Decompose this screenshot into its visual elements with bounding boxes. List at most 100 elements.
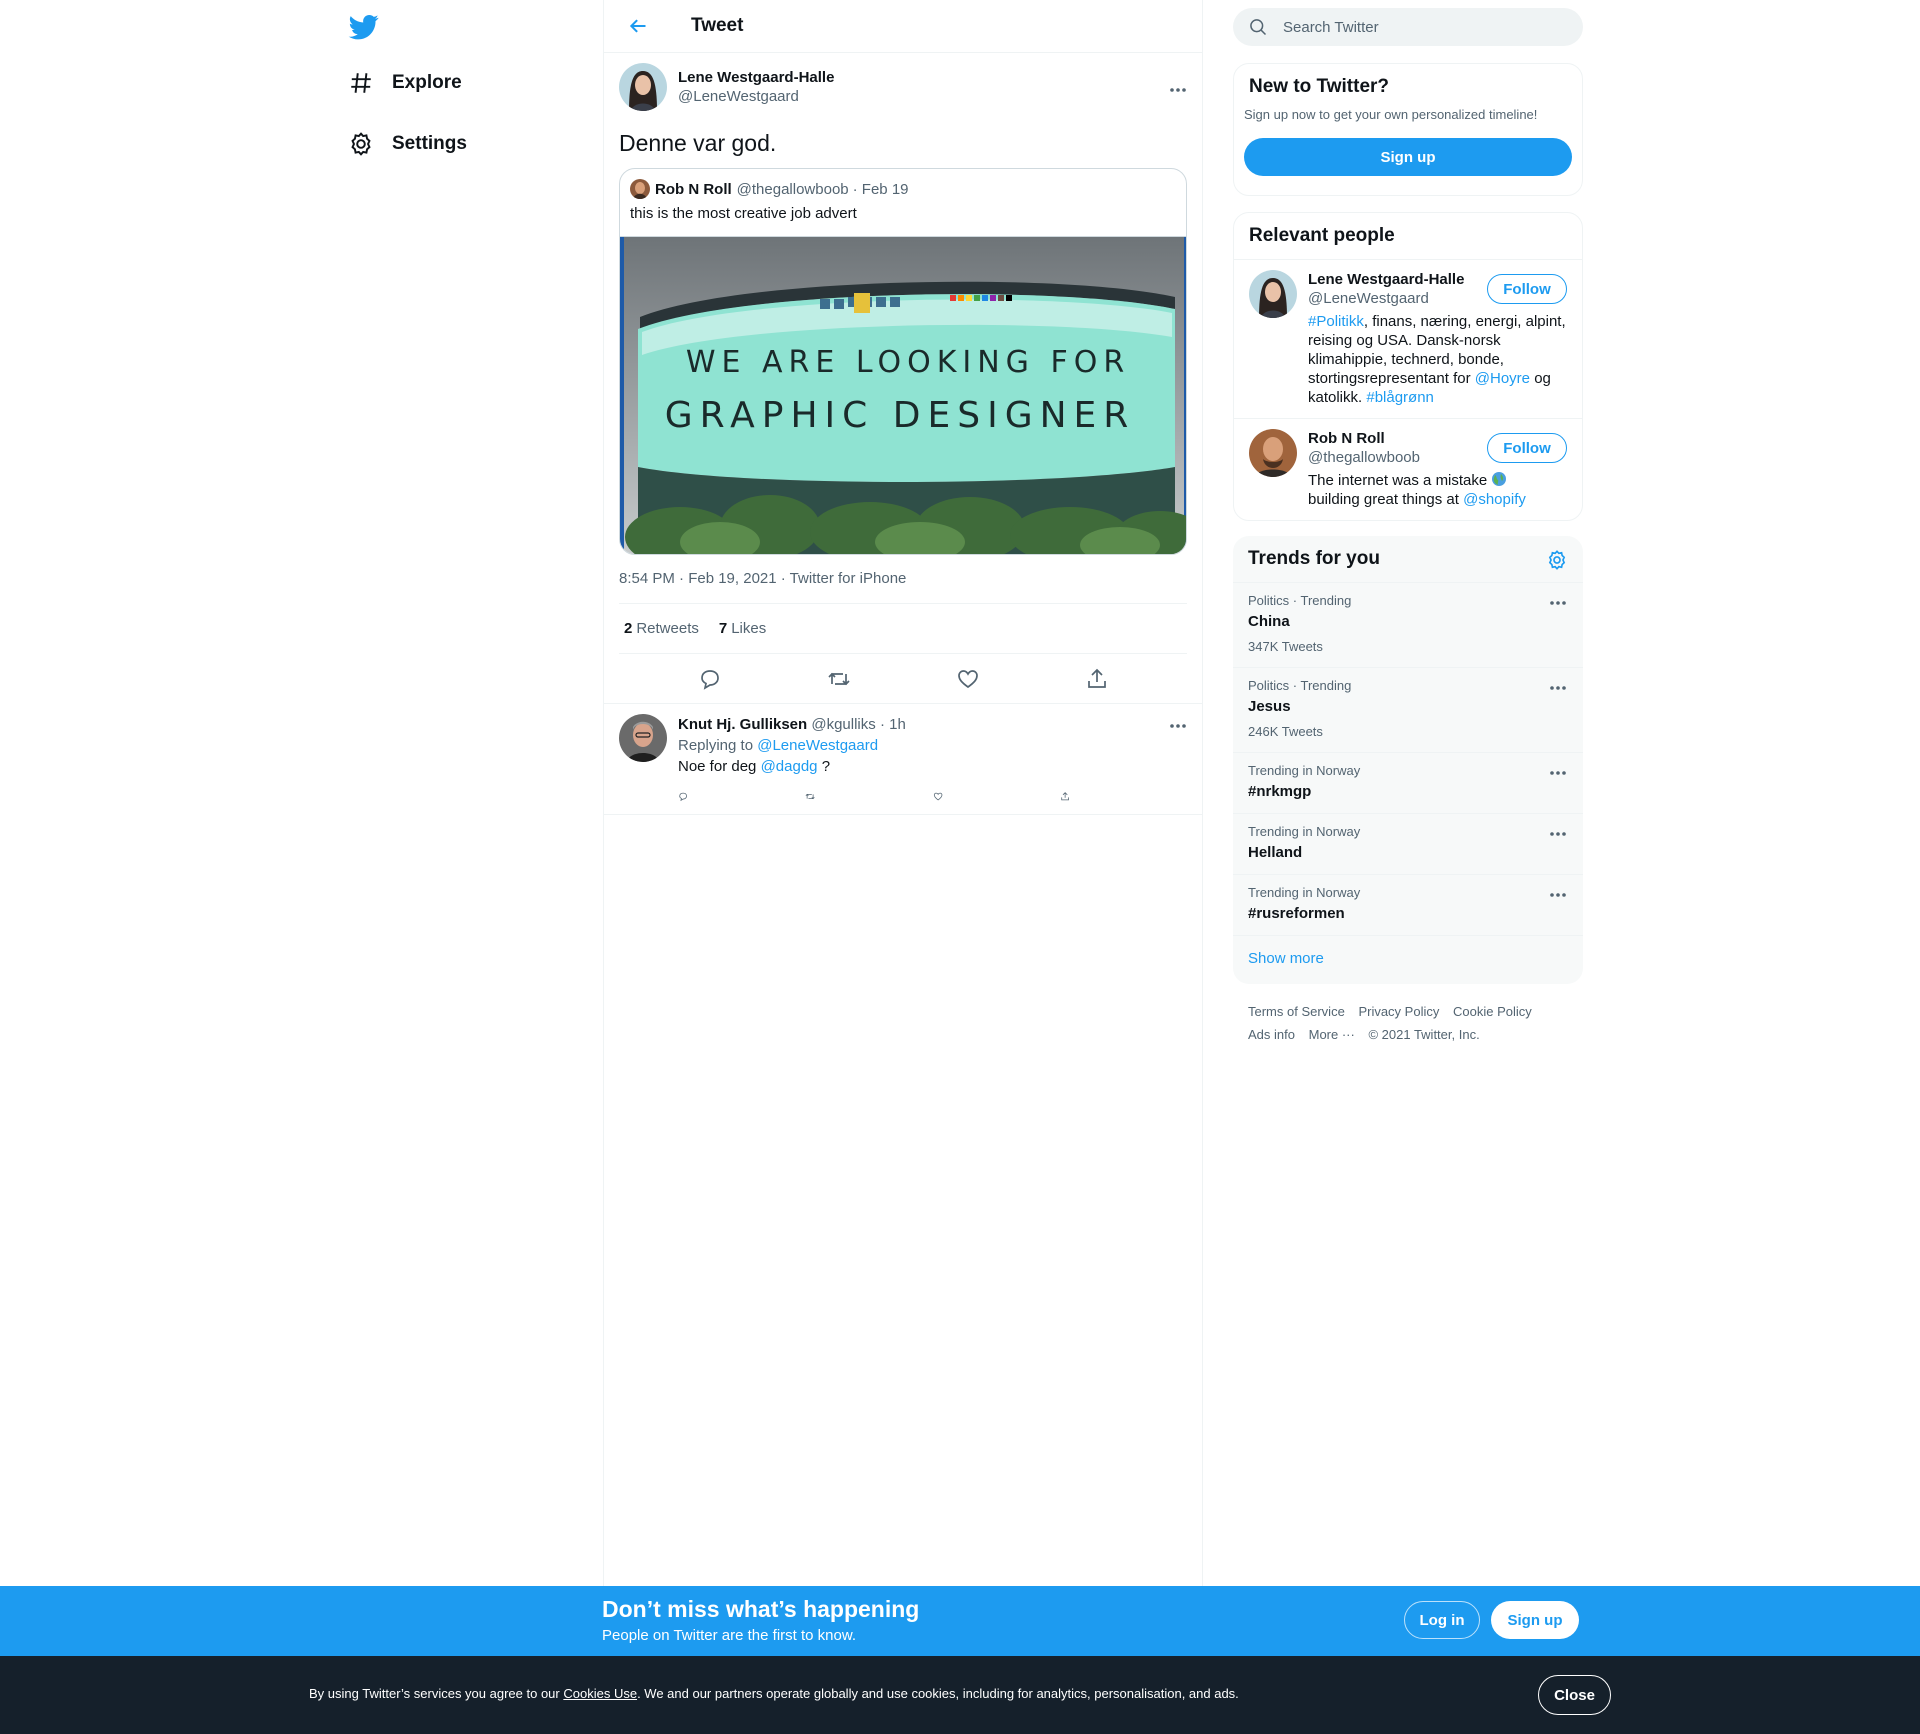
share-icon[interactable]: [1060, 787, 1070, 806]
bio-mention-link[interactable]: @Hoyre: [1475, 370, 1530, 387]
search-box[interactable]: [1233, 8, 1583, 46]
relevant-people-title: Relevant people: [1249, 225, 1395, 246]
reply-avatar[interactable]: [619, 714, 667, 762]
privacy-link[interactable]: Privacy Policy: [1358, 1004, 1439, 1019]
person-bio: #Politikk, finans, næring, energi, alpin…: [1308, 312, 1567, 407]
person-card[interactable]: Follow Lene Westgaard-Halle @LeneWestgaa…: [1234, 259, 1582, 418]
follow-button[interactable]: Follow: [1487, 433, 1567, 463]
cookie-policy-link[interactable]: Cookie Policy: [1453, 1004, 1532, 1019]
person-card[interactable]: Follow Rob N Roll @thegallowboob The int…: [1234, 418, 1582, 520]
cookie-text-after: . We and our partners operate globally a…: [637, 1686, 1239, 1701]
trend-more-icon[interactable]: [1548, 599, 1568, 607]
trend-item[interactable]: Trending in Norway #rusreformen: [1233, 874, 1583, 935]
promo-title: Don’t miss what’s happening: [602, 1596, 920, 1622]
trend-meta: Politics · Trending: [1248, 593, 1352, 608]
likes-label: Likes: [731, 620, 767, 637]
arrow-left-icon: [629, 19, 646, 33]
replying-to-link[interactable]: @LeneWestgaard: [757, 737, 878, 754]
signup-promo-bar: Don’t miss what’s happening People on Tw…: [0, 1586, 1920, 1656]
bio-text: The internet was a mistake: [1308, 472, 1488, 489]
reply-time: · 1h: [879, 716, 906, 733]
nav-explore[interactable]: Explore: [348, 63, 462, 103]
ads-info-link[interactable]: Ads info: [1248, 1027, 1295, 1042]
avatar[interactable]: [619, 63, 667, 111]
cookie-close-button[interactable]: Close: [1538, 1675, 1611, 1715]
reply-tweet[interactable]: Knut Hj. Gulliksen @kgulliks · 1h Replyi…: [604, 704, 1202, 815]
trend-more-icon[interactable]: [1548, 891, 1568, 899]
trend-more-icon[interactable]: [1548, 830, 1568, 838]
likes-count: 7: [718, 620, 728, 637]
nav-explore-label: Explore: [392, 72, 462, 93]
bio-hashtag-link[interactable]: #Politikk: [1308, 313, 1364, 330]
bio-mention-link[interactable]: @shopify: [1463, 491, 1526, 508]
reply-actions: [678, 787, 1187, 806]
retweets-stat[interactable]: 2 Retweets: [624, 620, 699, 637]
more-options-icon[interactable]: [1168, 86, 1188, 94]
reply-mention-link[interactable]: @dagdg: [761, 758, 818, 775]
trend-meta: Politics · Trending: [1248, 678, 1352, 693]
trend-count: 347K Tweets: [1248, 639, 1323, 654]
trend-count: 246K Tweets: [1248, 724, 1323, 739]
quote-author-handle: @thegallowboob: [736, 180, 849, 198]
terms-link[interactable]: Terms of Service: [1248, 1004, 1345, 1019]
quote-text: this is the most creative job advert: [630, 205, 857, 222]
trend-item[interactable]: Politics · Trending China 347K Tweets: [1233, 582, 1583, 667]
cookies-use-link[interactable]: Cookies Use: [563, 1686, 637, 1701]
page-header: Tweet: [604, 0, 1202, 53]
like-icon[interactable]: [956, 667, 980, 691]
search-icon: [1250, 19, 1267, 36]
trend-meta: Trending in Norway: [1248, 763, 1361, 778]
image-text-line1: WE ARE LOOKING FOR: [686, 345, 1130, 380]
share-icon[interactable]: [1085, 667, 1109, 691]
author-name: Lene Westgaard-Halle: [678, 69, 835, 86]
avatar[interactable]: [1249, 270, 1297, 318]
hashtag-icon: [351, 73, 371, 93]
quote-date: · Feb 19: [852, 180, 909, 198]
gear-icon: [351, 132, 371, 156]
reply-author-name: Knut Hj. Gulliksen: [678, 716, 808, 733]
follow-button[interactable]: Follow: [1487, 274, 1567, 304]
retweet-icon[interactable]: [827, 667, 851, 691]
cookie-banner: By using Twitter’s services you agree to…: [0, 1656, 1920, 1734]
back-button[interactable]: [624, 12, 652, 40]
likes-stat[interactable]: 7 Likes: [719, 620, 766, 637]
trend-name: #nrkmgp: [1248, 783, 1312, 800]
trend-item[interactable]: Trending in Norway #nrkmgp: [1233, 752, 1583, 813]
signup-button[interactable]: Sign up: [1491, 1601, 1579, 1639]
trend-more-icon[interactable]: [1548, 769, 1568, 777]
globe-emoji-icon: [1492, 472, 1507, 486]
trend-name: Helland: [1248, 844, 1303, 861]
login-button[interactable]: Log in: [1404, 1601, 1480, 1639]
show-more-link[interactable]: Show more: [1233, 935, 1583, 983]
trend-item[interactable]: Trending in Norway Helland: [1233, 813, 1583, 874]
reply-icon[interactable]: [698, 667, 722, 691]
author-handle: @LeneWestgaard: [678, 88, 799, 105]
avatar[interactable]: [1249, 429, 1297, 477]
reply-icon[interactable]: [678, 787, 688, 806]
trends-settings-gear-icon[interactable]: [1546, 549, 1568, 571]
tweet-timestamp[interactable]: 8:54 PM · Feb 19, 2021 · Twitter for iPh…: [619, 570, 1187, 604]
trend-item[interactable]: Politics · Trending Jesus 246K Tweets: [1233, 667, 1583, 752]
twitter-logo-icon[interactable]: [348, 12, 380, 42]
relevant-people-panel: Relevant people Follow Lene Westgaard-Ha…: [1233, 212, 1583, 521]
like-icon[interactable]: [933, 787, 943, 806]
footer-links: Terms of Service Privacy Policy Cookie P…: [1248, 1000, 1578, 1046]
sidebar-signup-button[interactable]: Sign up: [1244, 138, 1572, 176]
reply-more-options-icon[interactable]: [1168, 722, 1188, 730]
tweet-author[interactable]: Lene Westgaard-Halle @LeneWestgaard: [619, 63, 1187, 115]
more-link[interactable]: More ···: [1309, 1027, 1355, 1042]
trend-meta: Trending in Norway: [1248, 885, 1361, 900]
trends-panel: Trends for you Politics · Trending China…: [1233, 536, 1583, 984]
image-text-line2: GRAPHIC DESIGNER: [665, 395, 1136, 436]
search-input[interactable]: [1283, 18, 1563, 36]
quote-image[interactable]: WE ARE LOOKING FOR GRAPHIC DESIGNER: [620, 236, 1186, 554]
nav-settings[interactable]: Settings: [348, 124, 467, 164]
new-to-twitter-panel: New to Twitter? Sign up now to get your …: [1233, 63, 1583, 196]
reply-text-before: Noe for deg: [678, 758, 757, 775]
trend-meta: Trending in Norway: [1248, 824, 1361, 839]
copyright: © 2021 Twitter, Inc.: [1368, 1027, 1480, 1042]
retweet-icon[interactable]: [805, 787, 815, 806]
trend-more-icon[interactable]: [1548, 684, 1568, 692]
quoted-tweet[interactable]: Rob N Roll @thegallowboob · Feb 19 this …: [619, 168, 1187, 555]
bio-hashtag-link[interactable]: #blågrønn: [1366, 389, 1434, 406]
